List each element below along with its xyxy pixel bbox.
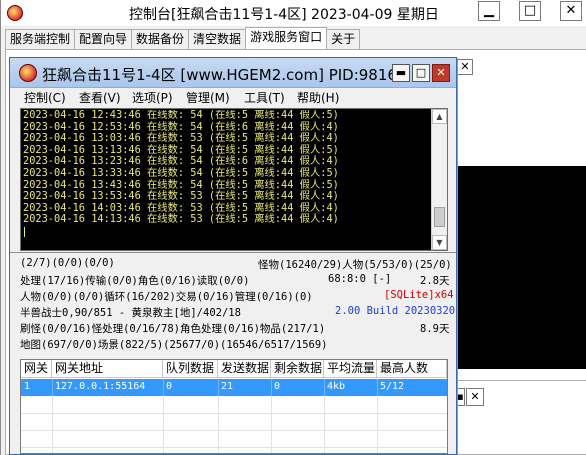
grid-line bbox=[218, 396, 219, 453]
table-cell-sent: 21 bbox=[221, 381, 234, 392]
divider bbox=[10, 252, 456, 253]
menu-manage[interactable]: 管理(M) bbox=[186, 89, 230, 106]
minimize-button[interactable]: ▁ bbox=[478, 1, 500, 21]
text-caret bbox=[24, 227, 25, 237]
column-header-address[interactable]: 网关地址 bbox=[52, 360, 163, 378]
gateway-table[interactable]: 网关 网关地址 队列数据 发送数据 剩余数据 平均流量 最高人数 1 127.0… bbox=[20, 359, 448, 454]
table-cell-max-players: 5/12 bbox=[380, 381, 405, 392]
close-button[interactable]: ✕ bbox=[560, 1, 582, 21]
log-line: 2023-04-16 12:43:46 在线数: 54 (在线:5 离线:44 … bbox=[23, 110, 339, 121]
menu-control[interactable]: 控制(C) bbox=[24, 89, 66, 106]
column-header-gateway[interactable]: 网关 bbox=[21, 360, 52, 378]
status-spawn: 刷怪(0/0/16)怪处理(0/16/78)角色处理(0/16)物品(217/1… bbox=[20, 323, 326, 335]
status-days: 8.9天 bbox=[420, 323, 450, 335]
status-uptime: 2.8天 bbox=[420, 275, 450, 287]
background-console-panel bbox=[457, 166, 586, 369]
app-icon bbox=[19, 64, 37, 82]
status-build: 2.00 Build 20230320 bbox=[335, 305, 456, 317]
tab-bar: 服务端控制 配置向导 数据备份 清空数据 游戏服务窗口 关于 bbox=[5, 27, 361, 49]
app-icon bbox=[7, 5, 23, 21]
inner-minimize-button[interactable]: ▬ bbox=[392, 64, 410, 82]
status-processing: 处理(17/16)传输(0/0)角色(0/16)读取(0/0) bbox=[20, 275, 250, 287]
grid-line bbox=[21, 413, 447, 414]
tab-game-service-window[interactable]: 游戏服务窗口 bbox=[245, 27, 328, 49]
column-header-avg-traffic[interactable]: 平均流量 bbox=[324, 360, 377, 378]
background-close-icon[interactable]: ✕ bbox=[457, 59, 473, 75]
scrollbar-thumb[interactable] bbox=[434, 207, 445, 227]
inner-maximize-button[interactable]: □ bbox=[412, 64, 430, 82]
outer-titlebar[interactable]: 控制台[狂飙合击11号1-4区] 2023-04-09 星期日 ▁ □ ✕ bbox=[1, 0, 586, 26]
inner-titlebar[interactable]: 狂飙合击11号1-4区 [www.HGEM2.com] PID:9816 ▬ □… bbox=[10, 58, 456, 88]
table-cell-address: 127.0.0.1:55164 bbox=[55, 381, 146, 392]
grid-line bbox=[271, 396, 272, 453]
grid-line bbox=[52, 396, 53, 453]
column-header-max-players[interactable]: 最高人数 bbox=[377, 360, 447, 378]
status-boss: 半兽战士0,90/851 - 黄泉教主[地]/402/18 bbox=[20, 307, 241, 319]
grid-line bbox=[163, 396, 164, 453]
inner-close-button[interactable]: ✕ bbox=[432, 64, 450, 82]
tab-data-backup[interactable]: 数据备份 bbox=[131, 29, 190, 49]
scroll-up-arrow-icon[interactable]: ▲ bbox=[432, 109, 447, 124]
table-cell-gateway: 1 bbox=[24, 381, 31, 392]
status-time: 68:8:0 [-] bbox=[328, 273, 392, 285]
menu-bar: 控制(C) 查看(V) 选项(P) 管理(M) 工具(T) 帮助(H) bbox=[10, 88, 456, 106]
table-cell-queue: 0 bbox=[166, 381, 173, 392]
menu-help[interactable]: 帮助(H) bbox=[297, 89, 339, 106]
table-cell-remaining: 0 bbox=[274, 381, 281, 392]
status-database: [SQLite]x64 bbox=[384, 289, 454, 301]
grid-line bbox=[324, 396, 325, 453]
game-service-window: 狂飙合击11号1-4区 [www.HGEM2.com] PID:9816 ▬ □… bbox=[9, 57, 457, 455]
background-close-button[interactable]: ✕ bbox=[466, 388, 484, 406]
tab-config-wizard[interactable]: 配置向导 bbox=[74, 29, 133, 49]
log-line: 2023-04-16 14:13:46 在线数: 53 (在线:5 离线:44 … bbox=[23, 213, 339, 226]
status-counters: (2/7)(0/0)(0/0) bbox=[20, 257, 115, 269]
menu-tools[interactable]: 工具(T) bbox=[244, 89, 285, 106]
grid-line bbox=[377, 396, 378, 453]
inner-window-title: 狂飙合击11号1-4区 [www.HGEM2.com] PID:9816 bbox=[42, 66, 397, 84]
log-line: 2023-04-16 13:33:46 在线数: 54 (在线:5 离线:44 … bbox=[23, 166, 339, 179]
maximize-button[interactable]: □ bbox=[519, 1, 541, 21]
log-line: 2023-04-16 13:53:46 在线数: 53 (在线:5 离线:44 … bbox=[23, 190, 339, 203]
status-players-loop: 人物(0/0)(0/0)循环(16/202)交易(0/16)管理(0/16)(0… bbox=[20, 291, 313, 303]
tab-about[interactable]: 关于 bbox=[326, 29, 361, 49]
column-header-remaining[interactable]: 剩余数据 bbox=[271, 360, 324, 378]
outer-window-title: 控制台[狂飙合击11号1-4区] 2023-04-09 星期日 bbox=[129, 7, 439, 23]
log-console[interactable]: 2023-04-16 12:43:46 在线数: 54 (在线:5 离线:44 … bbox=[20, 108, 448, 251]
status-monsters-players: 怪物(16240/29)人物(5/53/0)(25/0) bbox=[258, 259, 452, 271]
menu-view[interactable]: 查看(V) bbox=[79, 89, 121, 106]
menu-options[interactable]: 选项(P) bbox=[132, 89, 173, 106]
outer-window: 控制台[狂飙合击11号1-4区] 2023-04-09 星期日 ▁ □ ✕ 服务… bbox=[0, 0, 586, 455]
scroll-down-arrow-icon[interactable]: ▼ bbox=[432, 235, 447, 250]
divider bbox=[457, 380, 586, 381]
grid-line bbox=[21, 447, 447, 448]
grid-line bbox=[21, 430, 447, 431]
tab-server-control[interactable]: 服务端控制 bbox=[5, 29, 76, 49]
status-maps: 地图(697/0/0)场景(822/5)(25677/0)(16546/6517… bbox=[20, 339, 328, 351]
table-cell-avg-traffic: 4kb bbox=[327, 381, 346, 392]
log-lines: 2023-04-16 12:43:46 在线数: 54 (在线:5 离线:44 … bbox=[23, 110, 431, 250]
column-header-sent[interactable]: 发送数据 bbox=[218, 360, 271, 378]
console-vertical-scrollbar[interactable]: ▲ ▼ bbox=[431, 109, 447, 250]
tab-clear-data[interactable]: 清空数据 bbox=[188, 29, 247, 49]
column-header-queue[interactable]: 队列数据 bbox=[163, 360, 218, 378]
